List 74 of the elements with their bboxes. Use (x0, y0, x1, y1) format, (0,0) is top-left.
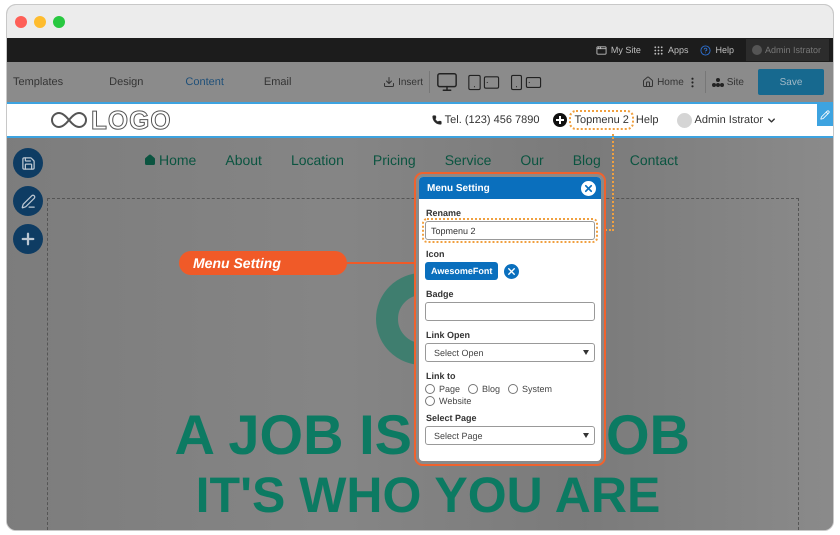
dropdown-arrow-icon (583, 350, 589, 355)
nav-link[interactable]: Contact (630, 150, 678, 170)
field-label: Link Open (426, 330, 472, 340)
nav-link[interactable]: Home (144, 150, 196, 170)
home-icon (642, 76, 654, 88)
download-icon (383, 76, 396, 88)
nav-link[interactable]: Pricing (372, 150, 416, 170)
radio-label: System (522, 384, 552, 394)
pencil-icon (820, 110, 830, 120)
nav-link[interactable]: About (225, 150, 262, 170)
radio-button[interactable] (508, 384, 518, 394)
window-icon (596, 44, 607, 56)
phone-number: Tel. (123) 456 7890 (432, 114, 540, 126)
home-icon (144, 154, 156, 166)
admin-user-menu[interactable]: Admin Istrator (746, 39, 829, 61)
nav-link[interactable]: Our (520, 150, 544, 170)
field-label: Icon (426, 249, 446, 259)
select-dropdown[interactable]: Select Open (425, 343, 595, 362)
close-icon[interactable] (581, 180, 596, 196)
radio-label: Page (439, 384, 460, 394)
icon-chip[interactable]: AwesomeFont (425, 262, 498, 280)
apps-icon (652, 44, 664, 56)
editor-tab[interactable]: Content (185, 76, 224, 88)
headline-text: A JOB IS (173, 405, 412, 465)
desktop-view-icon[interactable] (436, 71, 458, 93)
tablet-landscape-icon[interactable] (483, 74, 500, 90)
help-icon (700, 44, 712, 56)
tablet-view-icon[interactable] (466, 74, 484, 90)
radio-button[interactable] (468, 384, 478, 394)
save-button[interactable]: Save (758, 69, 824, 95)
select-dropdown[interactable]: Select Page (425, 426, 595, 445)
remove-button[interactable] (504, 264, 520, 278)
text-field[interactable]: Topmenu 2 (425, 221, 595, 240)
callout-label: Menu Setting (179, 251, 347, 275)
logo-text: LOGO (91, 104, 172, 136)
headline-text: IT'S WHO YOU ARE (194, 467, 662, 523)
insert-button[interactable]: Insert (383, 76, 424, 88)
add-icon[interactable] (13, 224, 43, 254)
site-button[interactable]: Site (712, 76, 744, 88)
nav-link[interactable]: Location (290, 150, 344, 170)
help-link[interactable]: Help (636, 114, 659, 126)
leader-line (347, 262, 415, 264)
phone-icon (432, 115, 442, 125)
edit-header-button[interactable] (817, 104, 833, 126)
headline-text: OB (606, 405, 691, 465)
field-label: Link to (426, 371, 456, 381)
close-window-button[interactable] (15, 16, 27, 28)
add-menu-icon[interactable] (553, 113, 568, 127)
editor-tab[interactable]: Email (264, 76, 292, 88)
dialog-title: Menu Setting (427, 182, 490, 194)
editor-tab[interactable]: Design (109, 76, 144, 88)
field-label: Rename (426, 208, 462, 218)
text-field[interactable] (425, 302, 595, 321)
save-icon[interactable] (13, 148, 43, 178)
admin-bar-link[interactable]: My Site (596, 44, 641, 56)
admin-bar-link[interactable]: Apps (652, 44, 688, 56)
dropdown-arrow-icon (583, 433, 589, 438)
radio-button[interactable] (425, 384, 435, 394)
close-icon (506, 266, 518, 276)
radio-button[interactable] (425, 396, 435, 406)
field-label: Badge (426, 289, 455, 299)
radio-label: Website (439, 396, 472, 406)
edit-list-icon[interactable] (13, 186, 43, 216)
nav-link[interactable]: Blog (572, 150, 601, 170)
infinity-logo-icon (51, 110, 87, 130)
admin-bar-link[interactable]: Help (700, 44, 734, 56)
menu-item[interactable]: Topmenu 2 (571, 112, 632, 128)
nav-link[interactable]: Service (444, 150, 492, 170)
field-label: Select Page (426, 413, 478, 423)
radio-label: Blog (482, 384, 500, 394)
user-menu[interactable]: Admin Istrator (676, 112, 777, 128)
home-page-button[interactable]: Home (642, 76, 684, 88)
editor-tab[interactable]: Templates (13, 76, 64, 88)
site-structure-icon (712, 77, 724, 87)
